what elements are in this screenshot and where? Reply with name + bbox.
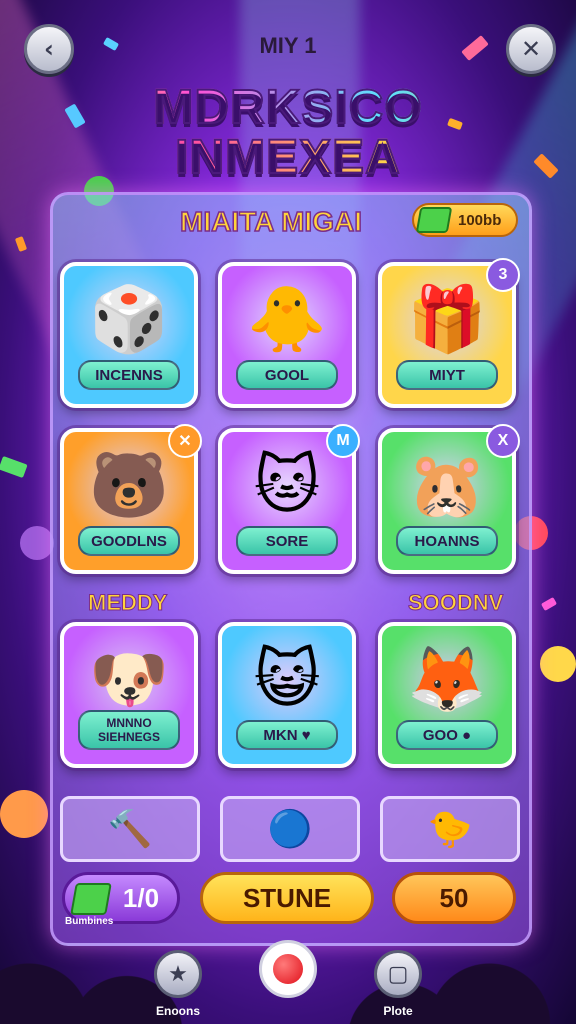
cookie-decoration [0,790,48,838]
game-card[interactable]: 🐹 HOANNS X [378,424,520,574]
nav-item-enoons[interactable]: ★ Enoons [148,950,208,1018]
orb-icon: 🔵 [267,809,313,850]
section-title-right: SOODNV [407,590,504,616]
game-card[interactable]: 😺 MKN ♥ [218,622,356,768]
card-label: SORE [236,526,338,556]
hammer-icon: 🔨 [107,809,153,850]
panel-title: MIAITA MIGAI [179,205,362,238]
candy-decoration [20,526,54,560]
star-icon: ★ [154,950,202,998]
card-art: 🎁 [407,283,487,357]
currency-display[interactable]: 100bb [412,203,518,237]
card-label: INCENNS [78,360,180,390]
card-label: GOOL [236,360,338,390]
gem-icon [415,207,453,233]
counter-caption: Bumbines [65,916,114,927]
primary-action-button[interactable]: STUNE [200,872,374,924]
game-logo-line2: INMEXEA [0,130,576,185]
card-art: 🦊 [407,643,487,717]
card-art: 🎲 [89,283,169,357]
confetti [540,597,558,611]
currency-value: 100bb [458,211,502,229]
card-badge: M [326,424,360,458]
chick-icon: 🐤 [427,809,473,850]
game-card[interactable]: 🐶 MNNNO SIEHNEGS [60,622,198,768]
game-card[interactable]: 🐱 SORE M [218,424,360,574]
confetti [0,455,28,479]
nav-label: Plote [383,1004,413,1018]
card-label: MNNNO SIEHNEGS [78,710,180,750]
card-art: 🐹 [407,449,487,523]
nav-item-plote[interactable]: ▢ Plote [368,950,428,1018]
section-title-left: MEDDY [87,590,168,616]
game-card[interactable]: 🐻 GOODLNS ✕ [60,424,202,574]
gem-icon [70,883,112,915]
level-indicator: MIY 1 [259,33,317,58]
nav-label: Enoons [156,1004,200,1018]
game-card[interactable]: 🦊 GOO ● [378,622,516,768]
card-label: MKN ♥ [236,720,338,750]
card-badge: 3 [486,258,520,292]
card-label: HOANNS [396,526,498,556]
item-slot[interactable]: 🔵 [220,796,360,862]
item-slot[interactable]: 🔨 [60,796,200,862]
card-label: GOO ● [396,720,498,750]
card-badge: ✕ [168,424,202,458]
game-card[interactable]: 🎁 MIYT 3 [378,258,520,408]
card-art: 😺 [253,643,321,717]
record-icon [259,940,317,998]
card-art: 🐥 [247,283,327,357]
counter-display: 1/0 Bumbines [62,872,180,927]
game-logo-line1: MDRKSICO [0,80,576,135]
candy-decoration [540,646,576,682]
card-art: 🐶 [89,643,169,717]
item-slots: 🔨 🔵 🐤 [52,782,524,862]
card-label: MIYT [396,360,498,390]
card-art: 🐱 [253,449,321,523]
card-art: 🐻 [89,449,169,523]
counter-value: 1/0 [122,882,160,913]
item-slot[interactable]: 🐤 [380,796,520,862]
nav-item-record[interactable] [258,940,318,998]
secondary-action-button[interactable]: 50 [392,872,516,924]
card-label: GOODLNS [78,526,180,556]
square-icon: ▢ [374,950,422,998]
game-card[interactable]: 🐥 GOOL [218,262,356,408]
game-card[interactable]: 🎲 INCENNS [60,262,198,408]
card-badge: X [486,424,520,458]
